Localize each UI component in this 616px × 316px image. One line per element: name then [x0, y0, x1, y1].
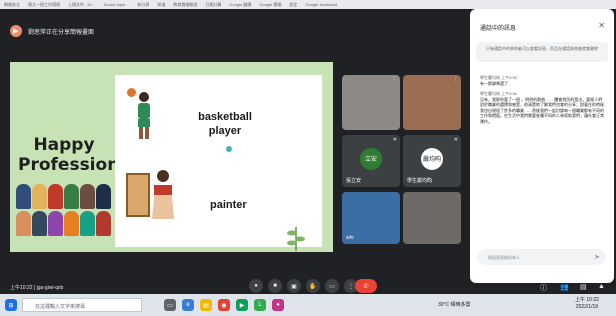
- mic-muted-icon: ✕: [392, 137, 397, 143]
- person-figure: [48, 184, 63, 209]
- bookmark-item[interactable]: 設定: [289, 2, 297, 8]
- participant-tile[interactable]: [403, 192, 461, 244]
- message-text: 沒有，我那你要了一個 。明明的歌曲…… 體會到民的是出，要經人們對於職業的選擇和…: [480, 96, 604, 124]
- message-time: 上午9:55: [501, 75, 517, 80]
- person-figure: [32, 184, 47, 209]
- avatar: 立安: [360, 147, 382, 170]
- participant-tile[interactable]: whi: [342, 192, 400, 244]
- mic-button[interactable]: ●: [249, 279, 263, 293]
- pointer-dot: [226, 146, 232, 152]
- bookmarks-bar: 網路安全 建立一個工作環境 上傳文件 - Dr… Sound Input… 新分頁 知道 教…: [0, 0, 616, 9]
- raise-hand-button[interactable]: ✋: [306, 279, 320, 293]
- line-icon[interactable]: L: [254, 299, 266, 311]
- bookmark-item[interactable]: Sound Input…: [104, 2, 130, 7]
- captions-button[interactable]: ▣: [287, 279, 301, 293]
- person-figure: [48, 210, 63, 236]
- taskbar-search[interactable]: 在這裡輸入文字來搜尋: [22, 298, 142, 312]
- bookmark-item[interactable]: Google 雲端: [259, 2, 281, 8]
- person-figure: [80, 210, 95, 236]
- participant-tile[interactable]: ✕ 嚴均昀 學生嚴均昀: [403, 135, 461, 187]
- bookmark-item[interactable]: Google Jamboard: [305, 2, 337, 7]
- person-figure: [64, 210, 79, 236]
- taskbar: ⊞ 在這裡輸入文字來搜尋 ▭ e ▤ ◉ ▶ L ● 30°C 晴時多雲 上午 …: [0, 294, 616, 316]
- mic-muted-icon: ✕: [453, 137, 458, 143]
- camera-button[interactable]: ■: [268, 279, 282, 293]
- bookmark-item[interactable]: 網路安全: [4, 2, 20, 8]
- more-options-icon[interactable]: ⋮: [392, 77, 397, 83]
- bookmark-item[interactable]: Google 翻譯: [229, 2, 251, 8]
- meeting-info: 上午10:22 | jga-giwi-qxb: [10, 285, 64, 291]
- activities-icon[interactable]: ▲: [598, 283, 605, 290]
- slide-title-line1: Happy: [33, 135, 95, 155]
- participant-name: 張立安: [346, 178, 362, 184]
- send-icon[interactable]: ➤: [594, 253, 600, 261]
- meeting-code[interactable]: jga-giwi-qxb: [37, 285, 64, 291]
- easel-illustration: [126, 173, 150, 217]
- bookmark-item[interactable]: 知道: [157, 2, 165, 8]
- painter-illustration: [152, 170, 174, 219]
- edge-icon[interactable]: e: [182, 299, 194, 311]
- plant-illustration: [287, 227, 305, 251]
- avatar: 嚴均昀: [421, 147, 443, 170]
- current-time: 上午10:22: [10, 285, 33, 291]
- bookmark-item[interactable]: 日期計算: [205, 2, 221, 8]
- task-view-icon[interactable]: ▭: [164, 299, 176, 311]
- participant-name: whi: [346, 235, 354, 241]
- person-figure: [80, 184, 95, 209]
- presenter-label: 劉思萍正在分享簡報畫面: [28, 29, 95, 36]
- basketball-player-label: basketball player: [198, 111, 252, 137]
- painter-label: painter: [210, 199, 247, 211]
- chat-input[interactable]: 傳送訊息給所有人: [478, 249, 606, 265]
- presenter-chip[interactable]: ▶ 劉思萍正在分享簡報畫面: [10, 25, 94, 37]
- chat-title: 通話中的訊息: [480, 26, 517, 32]
- participant-tile[interactable]: ✕ 立安 張立安: [342, 135, 400, 187]
- app-icon[interactable]: ●: [272, 299, 284, 311]
- message-sender: 學生嚴均昀: [480, 75, 500, 80]
- present-button[interactable]: ▭: [325, 279, 339, 293]
- leave-call-button[interactable]: ✆: [355, 279, 377, 293]
- present-icon: ▶: [10, 25, 22, 37]
- taskbar-clock[interactable]: 上午 10:22 2022/1/19: [575, 297, 599, 311]
- person-figure: [64, 184, 79, 209]
- chat-notice: 只有通話中的參與者可以查看訊息，而且在通話結束後就會刪除: [476, 42, 608, 62]
- bookmark-item[interactable]: 建立一個工作環境: [28, 2, 60, 8]
- basketball-player-illustration: [138, 92, 150, 139]
- participant-tile[interactable]: ⋮: [342, 75, 400, 130]
- person-figure: [16, 210, 31, 236]
- bookmark-item[interactable]: 教育雲端帳號: [173, 2, 197, 8]
- close-icon[interactable]: ✕: [598, 21, 605, 30]
- more-options-icon[interactable]: ⋮: [453, 77, 458, 83]
- slide-title-line2: Profession: [18, 155, 120, 175]
- person-figure: [32, 210, 47, 236]
- chat-icon[interactable]: ▤: [580, 283, 587, 291]
- person-figure: [96, 210, 111, 236]
- slide-title: Happy Profession: [18, 135, 120, 175]
- file-explorer-icon[interactable]: ▤: [200, 299, 212, 311]
- windows-start-icon[interactable]: ⊞: [5, 299, 17, 311]
- weather-status[interactable]: 30°C 晴時多雲: [438, 301, 471, 308]
- participant-name: 學生嚴均昀: [407, 178, 433, 184]
- message-text: 有一節課嗎還了: [480, 81, 508, 86]
- person-figure: [16, 184, 31, 209]
- chat-panel: 通話中的訊息 ✕ 只有通話中的參與者可以查看訊息，而且在通話結束後就會刪除 學生…: [470, 9, 614, 283]
- message-sender: 學生嚴均昀: [480, 90, 500, 96]
- participant-tile[interactable]: ⋮: [403, 75, 461, 130]
- info-icon[interactable]: ⓘ: [540, 283, 547, 293]
- bookmark-item[interactable]: 新分頁: [137, 2, 149, 8]
- clock-date: 2022/1/19: [575, 304, 599, 310]
- screen: 網路安全 建立一個工作環境 上傳文件 - Dr… Sound Input… 新分頁 知道 教…: [0, 0, 616, 316]
- bookmark-item[interactable]: 上傳文件 - Dr…: [68, 2, 96, 8]
- clock-time: 上午 10:22: [575, 297, 599, 303]
- chat-messages: 學生嚴均昀 上午9:55 有一節課嗎還了 學生嚴均昀 上午9:56 沒有，我那你…: [480, 71, 604, 241]
- people-icon[interactable]: 👥: [560, 283, 569, 291]
- chrome-icon[interactable]: ◉: [218, 299, 230, 311]
- message-time: 上午9:56: [501, 90, 517, 96]
- people-illustration: [16, 184, 112, 236]
- person-figure: [96, 184, 111, 209]
- meet-icon[interactable]: ▶: [236, 299, 248, 311]
